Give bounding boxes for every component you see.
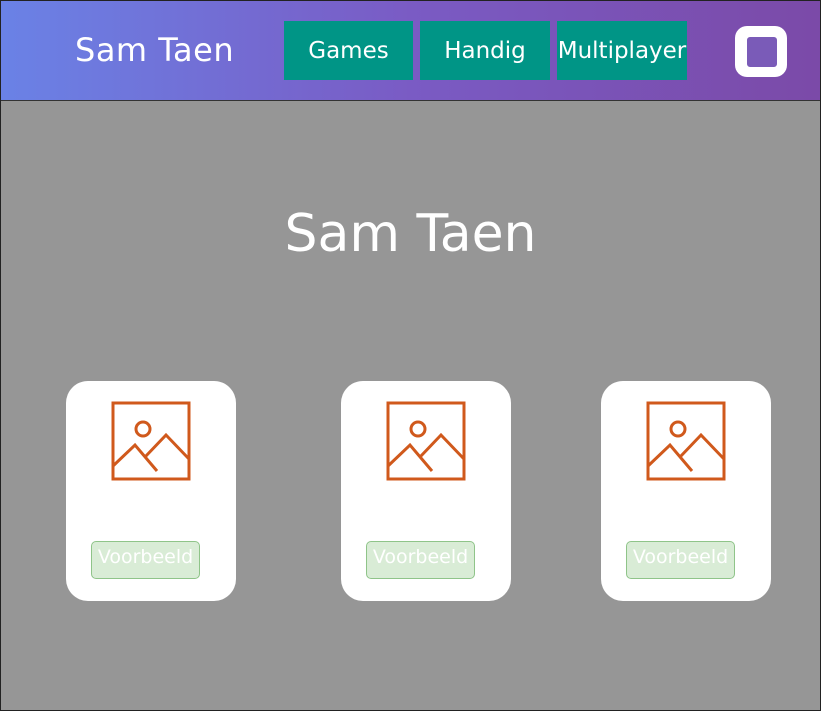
image-placeholder-icon (646, 401, 726, 481)
voorbeeld-button[interactable]: Voorbeeld (91, 541, 200, 579)
site-brand[interactable]: Sam Taen (75, 31, 234, 69)
nav-multiplayer-button[interactable]: Multiplayer (557, 21, 687, 80)
card: Voorbeeld (341, 381, 511, 601)
menu-button[interactable] (735, 26, 787, 77)
card: Voorbeeld (66, 381, 236, 601)
voorbeeld-button[interactable]: Voorbeeld (366, 541, 475, 579)
header-bar: Sam Taen Games Handig Multiplayer (1, 1, 820, 101)
nav-handig-button[interactable]: Handig (420, 21, 550, 80)
page: Sam Taen Games Handig Multiplayer Sam Ta… (0, 0, 821, 711)
card: Voorbeeld (601, 381, 771, 601)
image-placeholder-icon (386, 401, 466, 481)
nav-games-button[interactable]: Games (284, 21, 413, 80)
voorbeeld-button[interactable]: Voorbeeld (626, 541, 735, 579)
image-placeholder-icon (111, 401, 191, 481)
hero-title: Sam Taen (284, 204, 537, 264)
square-icon (747, 37, 777, 67)
